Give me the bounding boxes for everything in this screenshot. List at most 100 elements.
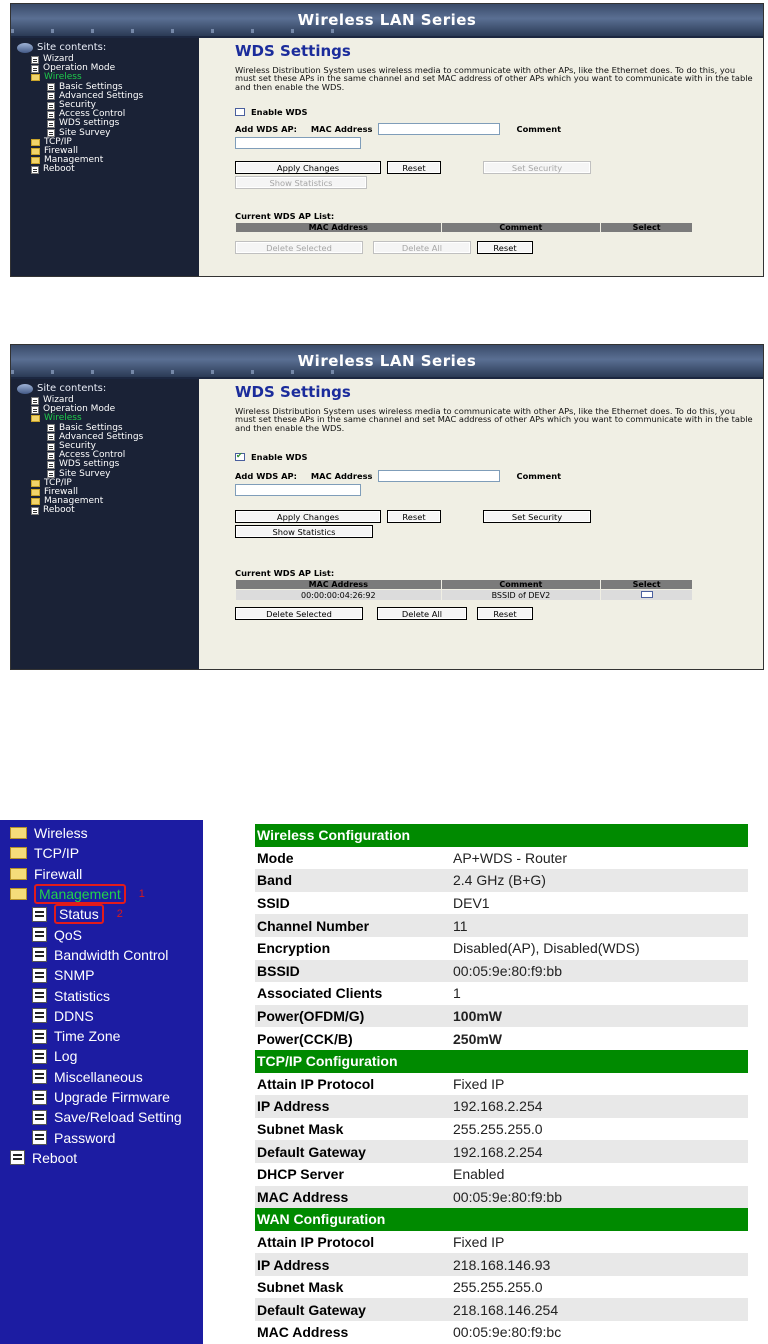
tree-item-qos[interactable]: QoS: [0, 924, 203, 944]
nav-item-reboot[interactable]: Reboot: [17, 506, 199, 515]
table-row: Subnet Mask 255.255.255.0: [255, 1276, 748, 1299]
status-value: Fixed IP: [453, 1075, 505, 1092]
select-checkbox[interactable]: [640, 590, 653, 598]
status-key: Power(OFDM/G): [255, 1004, 451, 1028]
status-value: Enabled: [453, 1166, 505, 1183]
page-icon: [47, 83, 55, 92]
folder-icon: [31, 157, 40, 165]
page-icon: [31, 506, 39, 515]
add-wds-ap-label: Add WDS AP:: [235, 124, 297, 135]
section-title: TCP/IP Configuration: [255, 1049, 748, 1073]
tree-item-label: Firewall: [34, 865, 83, 882]
tree-item-label: Miscellaneous: [54, 1068, 143, 1085]
tree-item-bandwidth-control[interactable]: Bandwidth Control: [0, 945, 203, 965]
tree-item-upgrade-firmware[interactable]: Upgrade Firmware: [0, 1087, 203, 1107]
wds-comment-cell: BSSID of DEV2: [440, 589, 602, 602]
tree-item-statistics[interactable]: Statistics: [0, 985, 203, 1005]
status-key: Attain IP Protocol: [257, 1075, 375, 1092]
banner-decoration: [11, 29, 341, 33]
site-contents-label: Site contents:: [37, 42, 107, 53]
nav-item-advanced-settings[interactable]: Advanced Settings: [17, 432, 199, 442]
tree-item-log[interactable]: Log: [0, 1046, 203, 1066]
section-header: TCP/IP Configuration: [255, 1049, 748, 1073]
status-value: Disabled(AP), Disabled(WDS): [453, 940, 640, 957]
tree-item-label: Time Zone: [54, 1028, 121, 1045]
mac-address-input[interactable]: [378, 123, 501, 136]
set-security-button[interactable]: Set Security: [483, 161, 591, 175]
table-row: MAC Address 00:05:9e:80:f9:bc: [255, 1321, 748, 1344]
wds-ap-list-title: Current WDS AP List:: [235, 211, 335, 222]
nav-item-reboot[interactable]: Reboot: [17, 165, 199, 174]
tree-item-wireless[interactable]: Wireless: [0, 823, 203, 843]
table-row: Attain IP Protocol Fixed IP: [255, 1073, 748, 1096]
mac-address-input[interactable]: [378, 470, 501, 483]
table-row: Attain IP Protocol Fixed IP: [255, 1231, 748, 1254]
page-icon: [47, 92, 55, 101]
status-key: Subnet Mask: [257, 1121, 344, 1138]
banner-decoration: [11, 370, 341, 374]
comment-input[interactable]: [235, 484, 361, 497]
status-key: Channel Number: [255, 914, 451, 937]
enable-wds-checkbox[interactable]: [235, 451, 245, 462]
delete-selected-button[interactable]: Delete Selected: [235, 607, 363, 621]
section-header: Wireless Configuration: [255, 824, 748, 847]
banner: Wireless LAN Series: [11, 4, 763, 38]
table-row: IP Address 192.168.2.254: [255, 1095, 748, 1118]
apply-changes-button[interactable]: Apply Changes: [235, 510, 381, 524]
page-icon: [47, 470, 55, 479]
page-icon: [31, 405, 39, 414]
tree-item-firewall[interactable]: Firewall: [0, 864, 203, 884]
tree-item-management[interactable]: Management 1: [0, 884, 203, 905]
tree-item-label: Password: [54, 1129, 116, 1146]
page-icon: [31, 165, 39, 174]
page-icon: [32, 927, 47, 943]
wds-ap-table: MAC Address Comment Select: [235, 222, 693, 234]
set-security-button[interactable]: Set Security: [483, 510, 591, 524]
tree-item-label: Bandwidth Control: [54, 946, 169, 963]
column-header-mac: MAC Address: [235, 222, 442, 234]
tree-item-reboot[interactable]: Reboot: [0, 1148, 203, 1168]
tree-item-miscellaneous[interactable]: Miscellaneous: [0, 1067, 203, 1087]
page-title: WDS Settings: [235, 383, 351, 401]
status-value: 250mW: [453, 1030, 503, 1047]
page-icon: [47, 460, 55, 469]
folder-icon: [31, 138, 40, 146]
wds-ap-table: MAC Address Comment Select 00:00:00:04:2…: [235, 579, 693, 602]
delete-all-button[interactable]: Delete All: [377, 607, 467, 621]
management-nav-tree: Wireless TCP/IP Firewall Management 1 Status 2…: [0, 820, 203, 1344]
status-key: MAC Address: [255, 1185, 451, 1209]
comment-input[interactable]: [235, 137, 361, 150]
page-icon: [32, 967, 47, 983]
reset-button[interactable]: Reset: [387, 161, 441, 175]
apply-changes-button[interactable]: Apply Changes: [235, 161, 381, 175]
status-key: Band: [255, 869, 451, 892]
tree-item-password[interactable]: Password: [0, 1127, 203, 1147]
banner-title: Wireless LAN Series: [297, 11, 477, 29]
show-statistics-button[interactable]: Show Statistics: [235, 176, 367, 190]
table-row: 00:00:00:04:26:92 BSSID of DEV2: [235, 589, 693, 602]
show-statistics-button[interactable]: Show Statistics: [235, 525, 373, 539]
tree-item-snmp[interactable]: SNMP: [0, 965, 203, 985]
nav-item-advanced-settings[interactable]: Advanced Settings: [17, 91, 199, 101]
reset-button[interactable]: Reset: [387, 510, 441, 524]
status-value: 255.255.255.0: [453, 1121, 543, 1138]
tree-item-label: Save/Reload Setting: [54, 1109, 182, 1126]
delete-selected-button[interactable]: Delete Selected: [235, 241, 363, 255]
table-row: DHCP Server Enabled: [255, 1163, 748, 1186]
tree-item-status[interactable]: Status 2: [0, 904, 203, 925]
enable-wds-checkbox[interactable]: [235, 108, 245, 117]
delete-all-button[interactable]: Delete All: [373, 241, 471, 255]
tree-item-tcp-ip[interactable]: TCP/IP: [0, 843, 203, 863]
banner: Wireless LAN Series: [11, 345, 763, 379]
reset-list-button[interactable]: Reset: [477, 607, 533, 621]
site-contents-header: Site contents:: [17, 383, 199, 394]
page-icon: [47, 442, 55, 451]
status-value: 00:05:9e:80:f9:bb: [451, 1185, 748, 1209]
tree-item-time-zone[interactable]: Time Zone: [0, 1026, 203, 1046]
annotation-number: 1: [138, 888, 145, 901]
reset-list-button[interactable]: Reset: [477, 241, 533, 255]
tree-item-ddns[interactable]: DDNS: [0, 1006, 203, 1026]
status-key: Mode: [257, 849, 294, 866]
page-icon: [47, 110, 55, 119]
tree-item-save-reload-setting[interactable]: Save/Reload Setting: [0, 1107, 203, 1127]
